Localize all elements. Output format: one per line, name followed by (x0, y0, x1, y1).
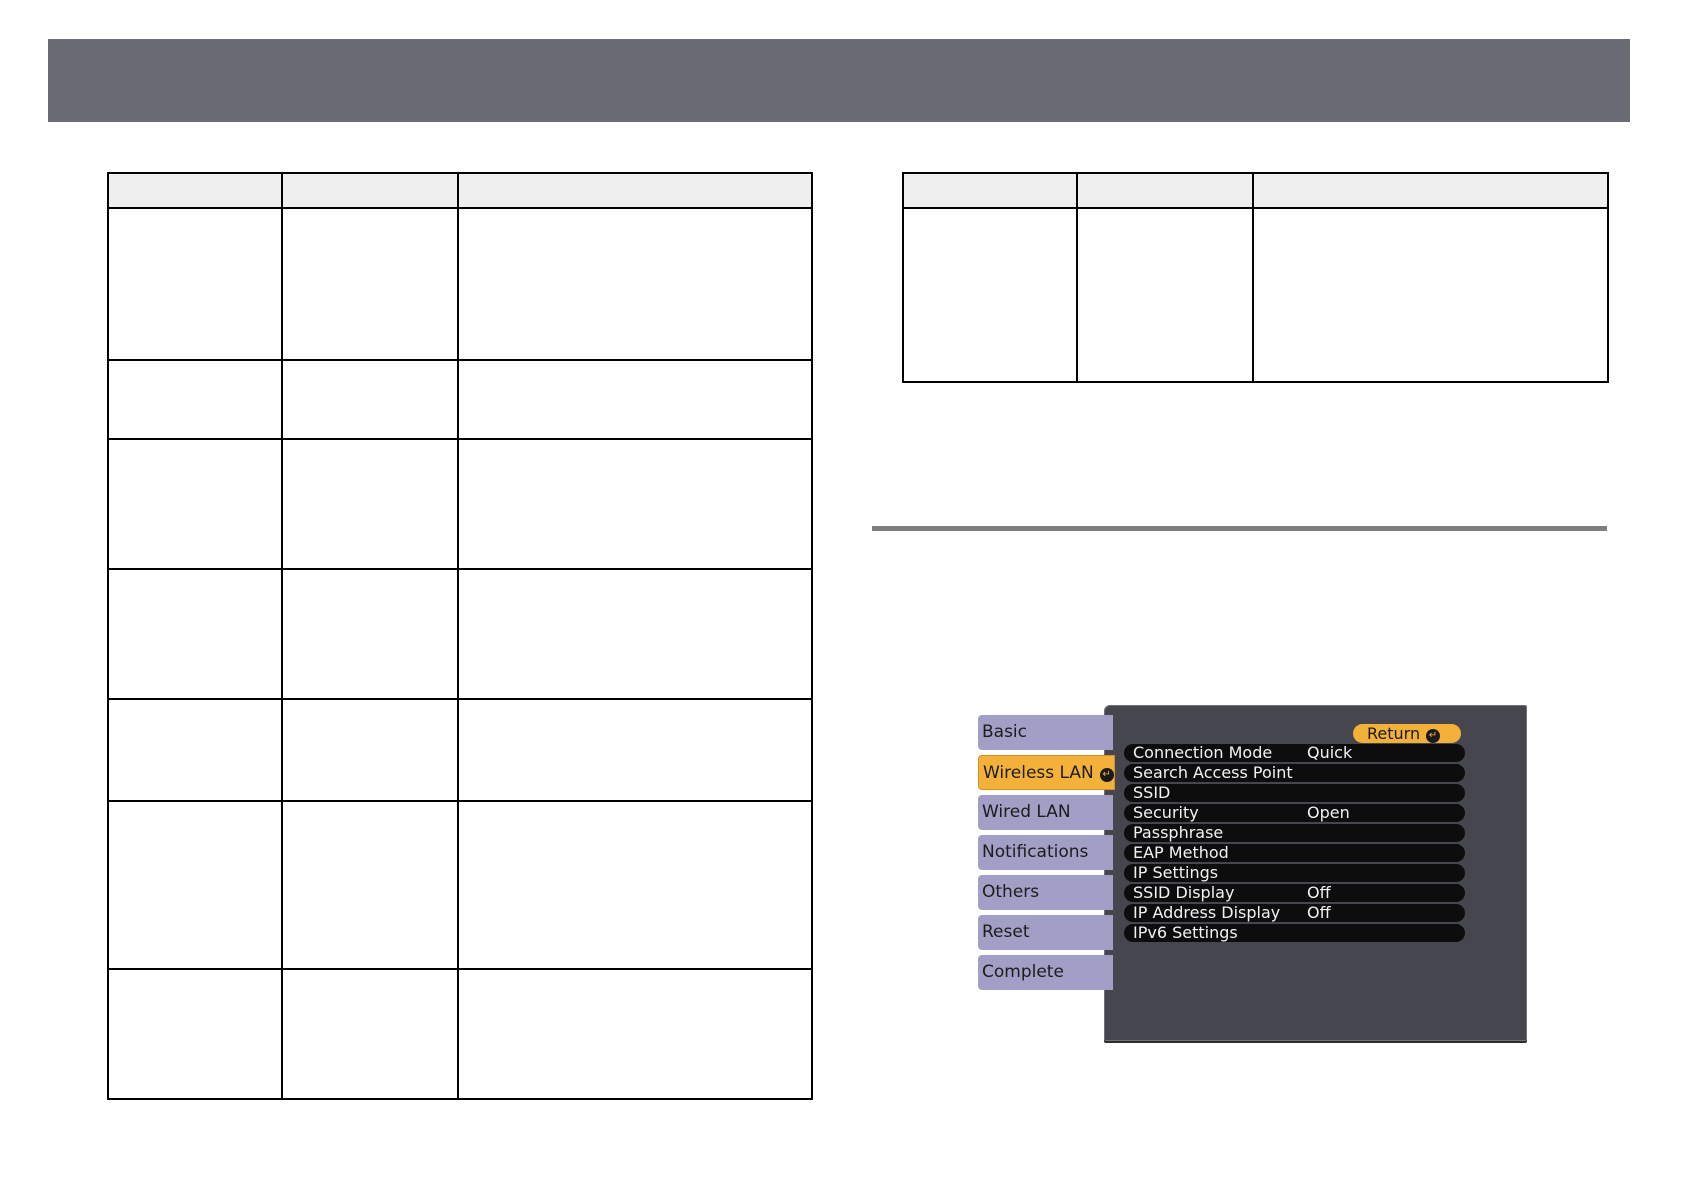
menu-item-label: IP Address Display (1133, 903, 1281, 922)
tab-complete[interactable]: Complete (978, 955, 1113, 990)
menu-item-label: SSID (1133, 783, 1171, 802)
table-cell (281, 207, 459, 361)
menu-item-value: Quick (1307, 743, 1353, 762)
table-cell (457, 800, 813, 970)
table-cell (281, 968, 459, 1100)
enter-icon: ↵ (1426, 729, 1441, 743)
table-row (107, 698, 813, 802)
table-cell (457, 568, 813, 700)
table-cell (107, 207, 283, 361)
settings-list: Connection Mode Quick Search Access Point S… (1124, 744, 1465, 944)
table-cell (107, 568, 283, 700)
tab-others[interactable]: Others (978, 875, 1113, 910)
menu-item-label: Connection Mode (1133, 743, 1273, 762)
table-header-cell (457, 172, 813, 209)
table-header-row (902, 172, 1609, 209)
tab-label: Reset (982, 922, 1030, 942)
enter-icon: ↵ (1099, 768, 1114, 782)
table-header-row (107, 172, 813, 209)
tab-label: Wired LAN (982, 802, 1071, 822)
table-header-cell (1076, 172, 1254, 209)
table-cell (281, 698, 459, 802)
table-cell (107, 698, 283, 802)
menu-item-label: IPv6 Settings (1133, 923, 1238, 942)
menu-item-label: IP Settings (1133, 863, 1219, 882)
menu-item-security[interactable]: Security Open (1124, 804, 1465, 822)
menu-item-search-access-point[interactable]: Search Access Point (1124, 764, 1465, 782)
menu-item-value: Off (1307, 883, 1331, 902)
menu-item-eap-method[interactable]: EAP Method (1124, 844, 1465, 862)
table-row (107, 568, 813, 700)
menu-item-value: Open (1307, 803, 1350, 822)
table-cell (281, 800, 459, 970)
tab-label: Others (982, 882, 1040, 902)
table-cell (281, 568, 459, 700)
table-cell (281, 438, 459, 570)
header-bar (48, 39, 1630, 122)
right-table (902, 172, 1609, 383)
table-cell (457, 438, 813, 570)
table-cell (281, 359, 459, 440)
table-cell (902, 207, 1078, 383)
table-cell (107, 438, 283, 570)
section-divider (872, 526, 1607, 531)
table-cell (457, 207, 813, 361)
menu-item-ip-address-display[interactable]: IP Address Display Off (1124, 904, 1465, 922)
menu-item-passphrase[interactable]: Passphrase (1124, 824, 1465, 842)
tab-label: Complete (982, 962, 1064, 982)
table-cell (1076, 207, 1254, 383)
menu-item-label: Search Access Point (1133, 763, 1293, 782)
tab-label: Notifications (982, 842, 1089, 862)
table-header-cell (1252, 172, 1609, 209)
tab-basic[interactable]: Basic (978, 715, 1113, 750)
return-button[interactable]: Return ↵ (1353, 724, 1461, 743)
table-cell (457, 698, 813, 802)
table-row (107, 968, 813, 1100)
menu-item-connection-mode[interactable]: Connection Mode Quick (1124, 744, 1465, 762)
table-cell (107, 800, 283, 970)
table-header-cell (107, 172, 283, 209)
table-cell (107, 968, 283, 1100)
menu-item-value: Off (1307, 903, 1331, 922)
tab-label: Wireless LAN (983, 763, 1094, 783)
table-row (107, 207, 813, 361)
table-row (107, 359, 813, 440)
table-cell (457, 968, 813, 1100)
table-header-cell (281, 172, 459, 209)
menu-item-label: EAP Method (1133, 843, 1229, 862)
menu-item-ipv6-settings[interactable]: IPv6 Settings (1124, 924, 1465, 942)
tab-wireless-lan[interactable]: Wireless LAN ↵ (978, 755, 1115, 790)
menu-item-label: SSID Display (1133, 883, 1235, 902)
menu-item-label: Security (1133, 803, 1199, 822)
table-cell (457, 359, 813, 440)
table-row (107, 438, 813, 570)
menu-item-label: Passphrase (1133, 823, 1224, 842)
tab-wired-lan[interactable]: Wired LAN (978, 795, 1113, 830)
table-header-cell (902, 172, 1078, 209)
left-table (107, 172, 813, 1100)
menu-item-ssid[interactable]: SSID (1124, 784, 1465, 802)
table-cell (107, 359, 283, 440)
table-row (902, 207, 1609, 383)
tab-reset[interactable]: Reset (978, 915, 1113, 950)
table-cell (1252, 207, 1609, 383)
menu-panel: Return ↵ Connection Mode Quick Search Acces… (1104, 705, 1527, 1041)
tab-label: Basic (982, 722, 1028, 742)
network-settings-menu: Return ↵ Connection Mode Quick Search Acces… (978, 705, 1527, 1041)
menu-item-ssid-display[interactable]: SSID Display Off (1124, 884, 1465, 902)
return-label: Return (1367, 724, 1421, 743)
tab-notifications[interactable]: Notifications (978, 835, 1113, 870)
menu-item-ip-settings[interactable]: IP Settings (1124, 864, 1465, 882)
table-row (107, 800, 813, 970)
